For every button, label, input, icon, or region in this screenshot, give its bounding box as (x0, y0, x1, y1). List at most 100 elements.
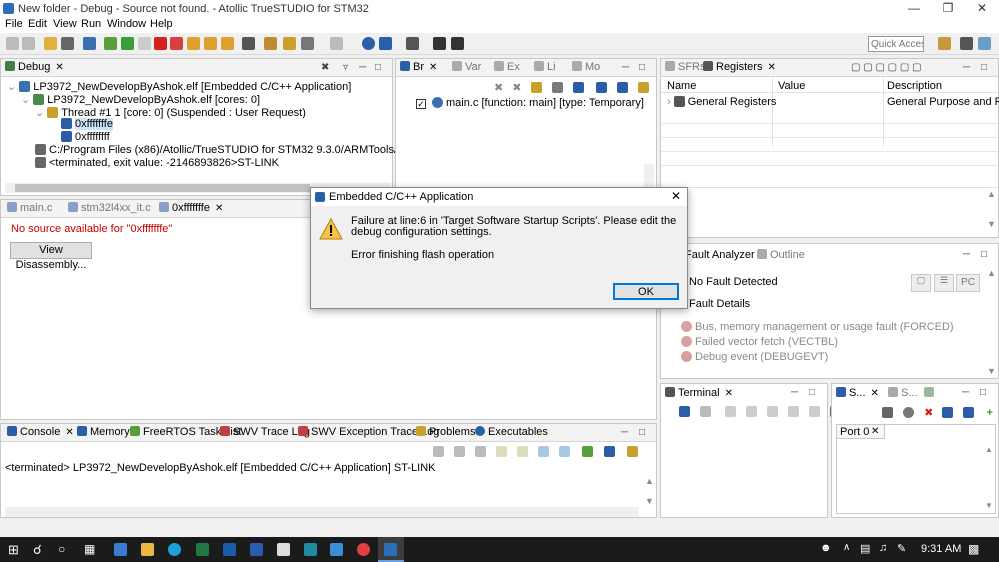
tab-problems[interactable]: Problems (416, 426, 475, 438)
close-icon[interactable]: ✕ (65, 427, 73, 438)
minimize-view-icon[interactable]: ─ (621, 427, 628, 438)
minimize-view-icon[interactable]: ─ (962, 387, 969, 398)
clear-console-icon[interactable] (475, 446, 487, 457)
save-icon[interactable] (22, 37, 35, 50)
instruction-step-icon[interactable] (242, 37, 255, 50)
volume-icon[interactable]: ♫ (879, 542, 887, 554)
bug-icon[interactable] (61, 37, 74, 50)
pin-console-icon[interactable] (582, 446, 594, 457)
register-group-row[interactable]: › General Registers (667, 96, 776, 108)
annotation-icon[interactable] (283, 37, 296, 50)
disconnect-icon[interactable] (725, 406, 737, 417)
maximize-view-icon[interactable]: □ (639, 427, 645, 438)
minimize-view-icon[interactable]: ─ (359, 62, 366, 73)
quick-access-input[interactable] (868, 36, 924, 52)
cubemx-icon[interactable] (330, 543, 343, 556)
info-icon[interactable] (362, 37, 375, 50)
truestudio-taskbar-button[interactable] (378, 537, 404, 562)
chevron-down-icon[interactable]: ▼ (987, 219, 996, 229)
maximize-view-icon[interactable]: □ (981, 62, 987, 73)
windows-start-icon[interactable]: ⊞ (8, 542, 19, 558)
close-icon[interactable]: ✕ (871, 426, 879, 437)
terminate-icon[interactable] (154, 37, 167, 50)
paste-icon[interactable] (767, 406, 779, 417)
maximize-button[interactable]: ❐ (931, 0, 965, 17)
column-name[interactable]: Name (667, 80, 696, 92)
exit-icon[interactable] (451, 37, 464, 50)
clock[interactable]: 9:31 AM (921, 543, 961, 555)
edge-icon[interactable] (168, 543, 181, 556)
menu-window[interactable]: Window (107, 18, 146, 30)
maximize-view-icon[interactable]: □ (980, 387, 986, 398)
tab-memory[interactable]: Memory (77, 426, 130, 438)
debug-config-icon[interactable] (83, 37, 96, 50)
scroll-lock-icon[interactable] (496, 446, 508, 457)
skip-breakpoints-icon[interactable] (104, 37, 117, 50)
new-icon[interactable] (6, 37, 19, 50)
step-into-icon[interactable] (187, 37, 200, 50)
scroll-thumb[interactable] (15, 184, 310, 192)
minimize-view-icon[interactable]: ─ (963, 62, 970, 73)
excel-icon[interactable] (196, 543, 209, 556)
expand-all-icon[interactable] (595, 82, 607, 93)
outlook-icon[interactable] (223, 543, 236, 556)
tab-outline[interactable]: Outline (757, 249, 805, 261)
minimize-view-icon[interactable]: ─ (791, 387, 798, 398)
tree-row-terminated[interactable]: <terminated, exit value: -2146893826>ST-… (35, 157, 279, 169)
cc-perspective-icon[interactable] (960, 37, 973, 50)
ok-button[interactable]: OK (613, 283, 679, 300)
tab-executables[interactable]: Executables (475, 426, 548, 438)
remove-all-icon[interactable]: ✖ (512, 82, 521, 94)
tab-main-c[interactable]: main.c (7, 202, 52, 214)
tab-serial-1[interactable]: S... ✕ (836, 387, 879, 399)
expand-icon[interactable] (433, 37, 446, 50)
link-icon[interactable] (637, 82, 649, 93)
chevron-up-icon[interactable]: ▲ (985, 445, 993, 454)
close-icon[interactable]: ✕ (671, 189, 681, 203)
tool-icon[interactable]: ▢ (911, 274, 931, 292)
tab-console[interactable]: Console ✕ (7, 426, 74, 438)
close-icon[interactable]: ✕ (215, 203, 223, 214)
minimize-view-icon[interactable]: ─ (622, 62, 629, 73)
forward-icon[interactable] (330, 37, 343, 50)
show-on-output-icon[interactable] (538, 446, 550, 457)
menu-view[interactable]: View (53, 18, 77, 30)
terminate-icon[interactable] (433, 446, 444, 457)
task-view-icon[interactable]: ▦ (84, 542, 95, 556)
tab-sfrs[interactable]: SFRs (665, 61, 706, 73)
tab-live[interactable]: Li (534, 61, 556, 73)
tab-expressions[interactable]: Ex (494, 61, 520, 73)
chevron-down-icon[interactable]: ▼ (987, 366, 996, 376)
people-icon[interactable]: ☻ (820, 542, 832, 554)
remove-icon[interactable]: ✖ (494, 82, 503, 94)
store-icon[interactable] (277, 543, 290, 556)
chevron-down-icon[interactable]: ▼ (645, 496, 654, 506)
disconnect-icon[interactable] (170, 37, 183, 50)
copy-icon[interactable] (746, 406, 758, 417)
menu-edit[interactable]: Edit (28, 18, 47, 30)
tree-row-launch[interactable]: ⌄ LP3972_NewDevelopByAshok.elf [Embedded… (7, 80, 351, 93)
maximize-view-icon[interactable]: □ (809, 387, 815, 398)
suspend-icon[interactable] (138, 37, 151, 50)
go-to-file-icon[interactable] (551, 82, 563, 93)
close-icon[interactable]: ✕ (767, 62, 775, 73)
column-value[interactable]: Value (778, 80, 805, 92)
word-icon[interactable] (250, 543, 263, 556)
chrome-icon[interactable] (357, 543, 370, 556)
list-icon[interactable]: ☰ (934, 274, 954, 292)
open-perspective-icon[interactable] (938, 37, 951, 50)
file-explorer-icon[interactable] (141, 543, 154, 556)
skip-icon[interactable] (572, 82, 584, 93)
connect-icon[interactable] (700, 406, 712, 417)
tab-serial-2[interactable]: S... (888, 387, 918, 399)
close-icon[interactable]: ✕ (725, 388, 733, 399)
open-terminal-icon[interactable] (679, 406, 690, 417)
open-console-icon[interactable] (626, 446, 638, 457)
chevron-up-icon[interactable]: ∧ (843, 542, 850, 553)
tab-registers[interactable]: Registers ✕ (703, 61, 776, 73)
tab-port-0[interactable]: Port 0 ✕ (837, 425, 885, 439)
close-window-button[interactable]: ✕ (965, 0, 999, 17)
tab-breakpoints[interactable]: Br ✕ (400, 61, 437, 73)
network-icon[interactable]: ▤ (860, 542, 870, 555)
debug-perspective-icon[interactable] (978, 37, 991, 50)
